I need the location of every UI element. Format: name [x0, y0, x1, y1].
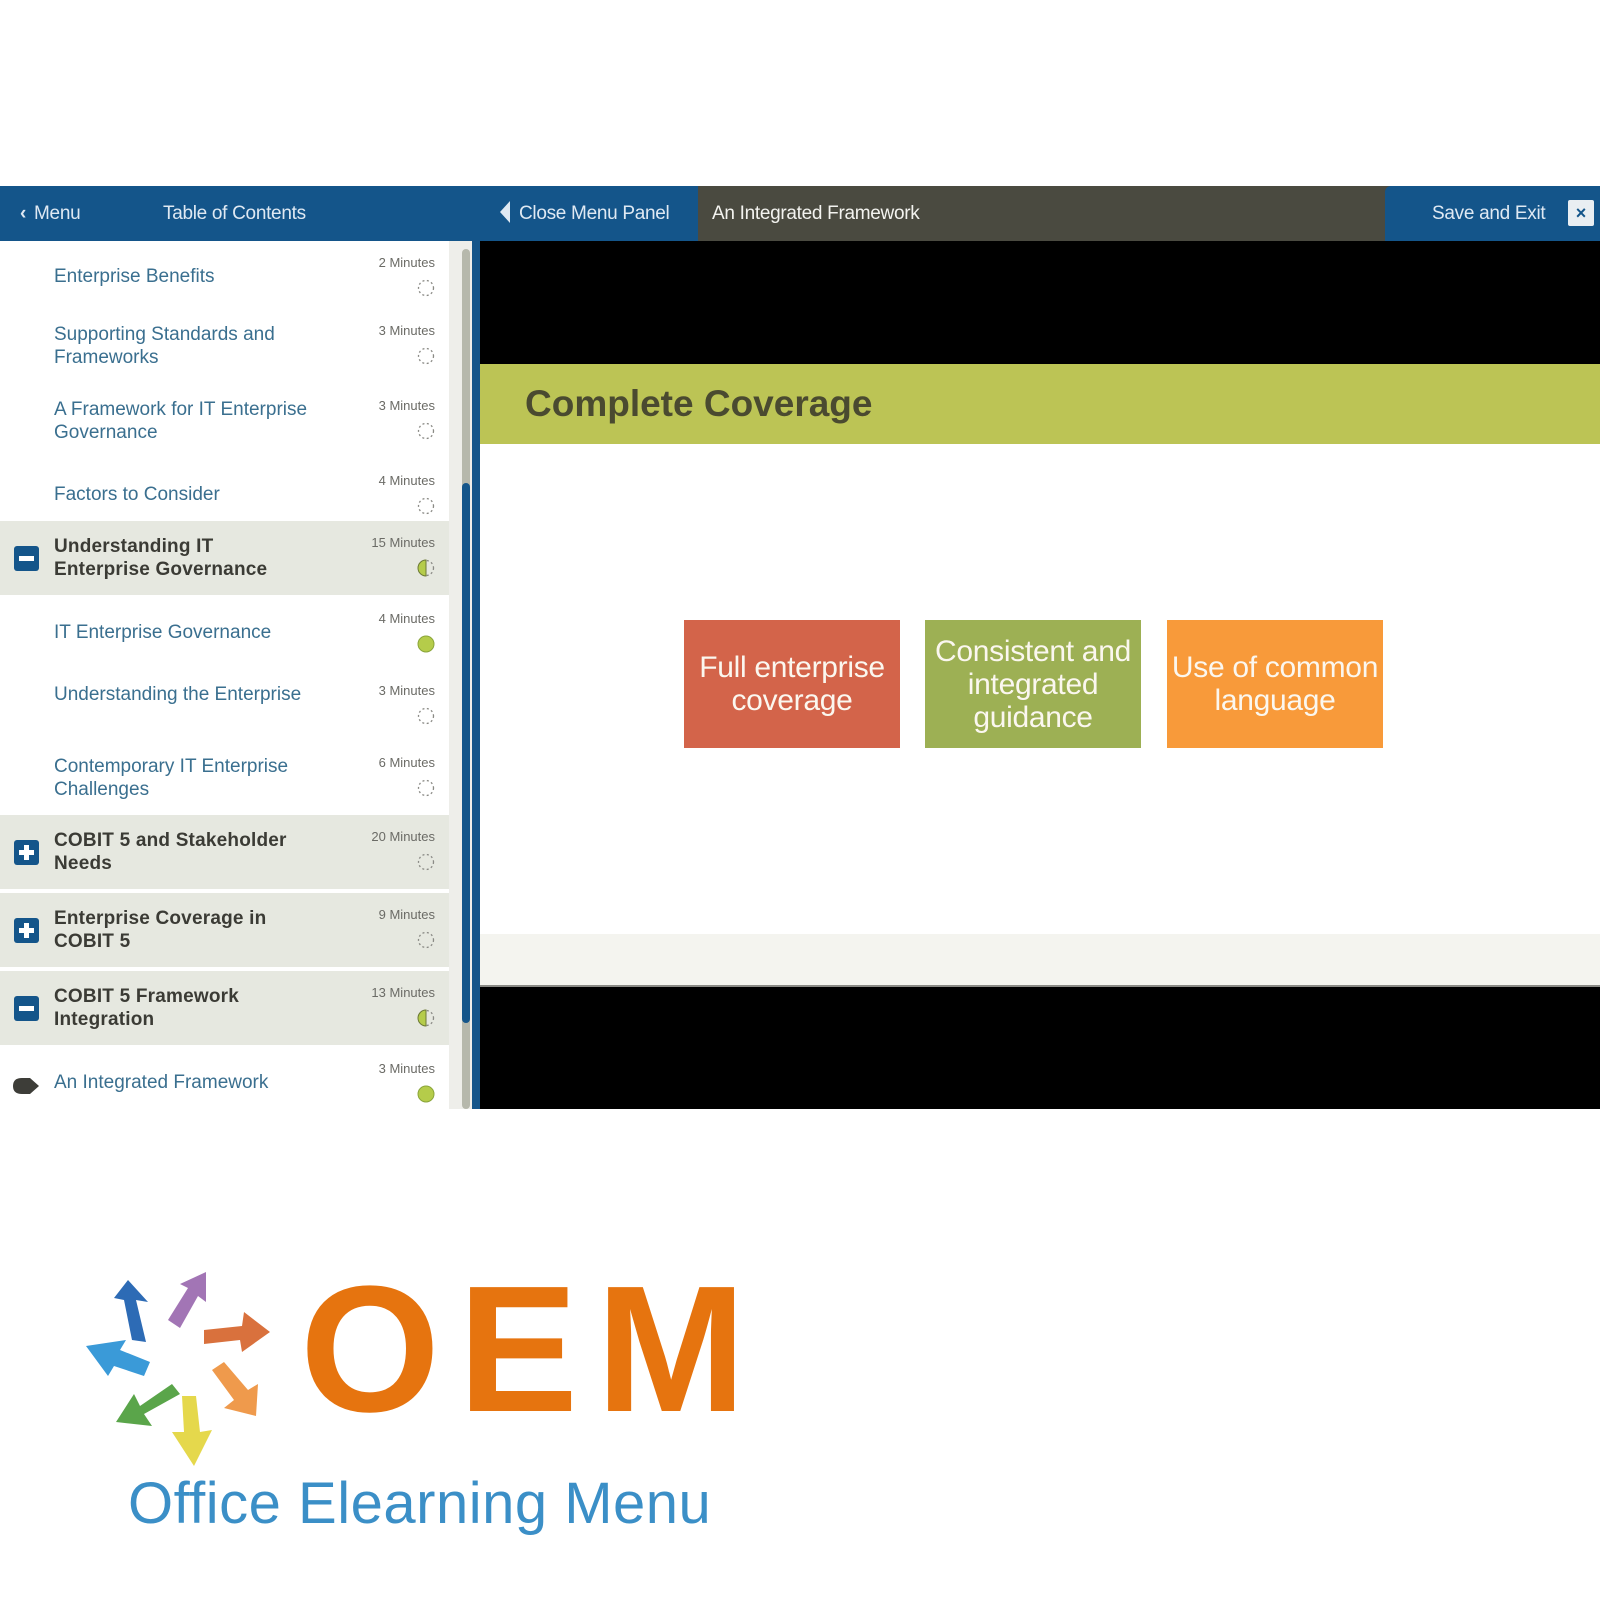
slide-viewer: Complete Coverage Full enterprise covera…	[480, 241, 1600, 1109]
slide-title-bar: Complete Coverage	[480, 364, 1600, 444]
concept-box-common-language: Use of common language	[1167, 620, 1383, 748]
save-and-exit-button[interactable]: Save and Exit	[1432, 186, 1546, 241]
toc-item[interactable]: IT Enterprise Governance 4 Minutes	[0, 597, 449, 669]
close-icon[interactable]: ×	[1568, 200, 1594, 226]
menu-label: Menu	[34, 203, 81, 224]
toc-item-duration: 2 Minutes	[378, 255, 435, 270]
arrow-orange-red-icon	[204, 1312, 270, 1352]
minus-bar	[19, 556, 34, 561]
status-partial-icon	[417, 559, 435, 577]
toc-section[interactable]: COBIT 5 Framework Integration 13 Minutes	[0, 971, 449, 1045]
chevron-left-icon: ‹	[20, 203, 27, 224]
toc-item-duration: 9 Minutes	[378, 907, 435, 922]
toc-item[interactable]: Contemporary IT Enterprise Challenges 6 M…	[0, 741, 449, 815]
close-menu-panel-button[interactable]: Close Menu Panel	[500, 186, 670, 241]
minus-bar	[19, 1006, 34, 1011]
toc-item[interactable]: Supporting Standards and Frameworks 3 Min…	[0, 309, 449, 384]
status-not-started-icon	[417, 497, 435, 515]
collapse-icon[interactable]	[14, 996, 39, 1021]
toc-item-duration: 6 Minutes	[378, 755, 435, 770]
concept-box-consistent-guidance: Consistent and integrated guidance	[925, 620, 1141, 748]
toc-item-duration: 3 Minutes	[378, 683, 435, 698]
arrow-blue-dark-icon	[114, 1280, 148, 1342]
toc-item-title: Understanding the Enterprise	[54, 684, 302, 705]
toc-item-duration: 15 Minutes	[371, 535, 435, 550]
expand-icon[interactable]	[14, 918, 39, 943]
status-complete-icon	[417, 1085, 435, 1103]
top-bar: ‹ Menu Table of Contents Close Menu Panel…	[0, 186, 1600, 241]
toc-item-title: Factors to Consider	[54, 484, 220, 505]
toc-item-duration: 20 Minutes	[371, 829, 435, 844]
toc-item[interactable]: Factors to Consider 4 Minutes	[0, 459, 449, 521]
arrow-purple-icon	[168, 1272, 206, 1328]
toc-item[interactable]: A Framework for IT Enterprise Governance…	[0, 384, 449, 459]
toc-item[interactable]: An Integrated Framework 3 Minutes	[0, 1047, 449, 1109]
menu-button[interactable]: ‹ Menu	[20, 186, 81, 241]
toc-section[interactable]: Understanding IT Enterprise Governance 15…	[0, 521, 449, 595]
status-complete-icon	[417, 635, 435, 653]
logo-wordmark: OEM	[300, 1249, 765, 1450]
toc-item-title: Enterprise Coverage in COBIT 5	[54, 908, 267, 952]
logo-tagline: Office Elearning Menu	[128, 1471, 712, 1536]
status-not-started-icon	[417, 931, 435, 949]
toc-item-title: COBIT 5 and Stakeholder Needs	[54, 830, 287, 874]
sidebar-border	[472, 241, 480, 1109]
toc-item-duration: 13 Minutes	[371, 985, 435, 1000]
status-not-started-icon	[417, 422, 435, 440]
toc-item-duration: 3 Minutes	[378, 398, 435, 413]
toc-item-duration: 4 Minutes	[378, 473, 435, 488]
toc-item-title: Contemporary IT Enterprise Challenges	[54, 756, 289, 800]
caret-left-icon	[500, 200, 510, 223]
status-not-started-icon	[417, 779, 435, 797]
toc-item-title: Supporting Standards and Frameworks	[54, 324, 275, 368]
collapse-icon[interactable]	[14, 546, 39, 571]
arrow-light-blue-icon	[86, 1340, 150, 1376]
status-not-started-icon	[417, 707, 435, 725]
toc-item-title: Enterprise Benefits	[54, 266, 215, 287]
arrow-yellow-icon	[172, 1396, 212, 1466]
toc-item-title: Understanding IT Enterprise Governance	[54, 536, 268, 580]
status-not-started-icon	[417, 279, 435, 297]
toc-item-title: IT Enterprise Governance	[54, 622, 272, 643]
elearning-player: ‹ Menu Table of Contents Close Menu Panel…	[0, 186, 1600, 1109]
toc-section[interactable]: COBIT 5 and Stakeholder Needs 20 Minutes	[0, 815, 449, 889]
slide-footer	[480, 934, 1600, 987]
concept-box-full-enterprise-coverage: Full enterprise coverage	[684, 620, 900, 748]
slide-title: Complete Coverage	[525, 383, 873, 424]
toc-item-duration: 3 Minutes	[378, 323, 435, 338]
arrows-logo-icon	[86, 1272, 270, 1466]
expand-icon[interactable]	[14, 840, 39, 865]
toc-item-title: An Integrated Framework	[54, 1072, 269, 1093]
status-partial-icon	[417, 1009, 435, 1027]
current-item-pointer-icon	[13, 1078, 39, 1094]
toc-item-title: COBIT 5 Framework Integration	[54, 986, 240, 1030]
arrow-green-icon	[116, 1384, 180, 1426]
table-of-contents-label: Table of Contents	[163, 203, 306, 224]
toc-item[interactable]: Enterprise Benefits 2 Minutes	[0, 241, 449, 309]
lesson-title: An Integrated Framework	[712, 203, 920, 224]
slide-body: Full enterprise coverage Consistent and …	[480, 444, 1600, 934]
toc-item[interactable]: Understanding the Enterprise 3 Minutes	[0, 669, 449, 741]
toc-item-duration: 4 Minutes	[378, 611, 435, 626]
toc-section[interactable]: Enterprise Coverage in COBIT 5 9 Minutes	[0, 893, 449, 967]
table-of-contents-panel: An Integrated Framework 3 Minutes COBIT 5 …	[0, 241, 480, 1109]
arrow-orange-icon	[212, 1362, 258, 1416]
scrollbar-thumb[interactable]	[462, 483, 470, 1023]
close-menu-panel-label: Close Menu Panel	[519, 203, 670, 224]
toc-item-title: A Framework for IT Enterprise Governance	[54, 399, 308, 443]
toc-item-duration: 3 Minutes	[378, 1061, 435, 1076]
plus-bar	[24, 845, 29, 860]
status-not-started-icon	[417, 853, 435, 871]
status-not-started-icon	[417, 347, 435, 365]
plus-bar	[24, 923, 29, 938]
oem-logo: OEM Office Elearning Menu	[80, 1260, 746, 1550]
